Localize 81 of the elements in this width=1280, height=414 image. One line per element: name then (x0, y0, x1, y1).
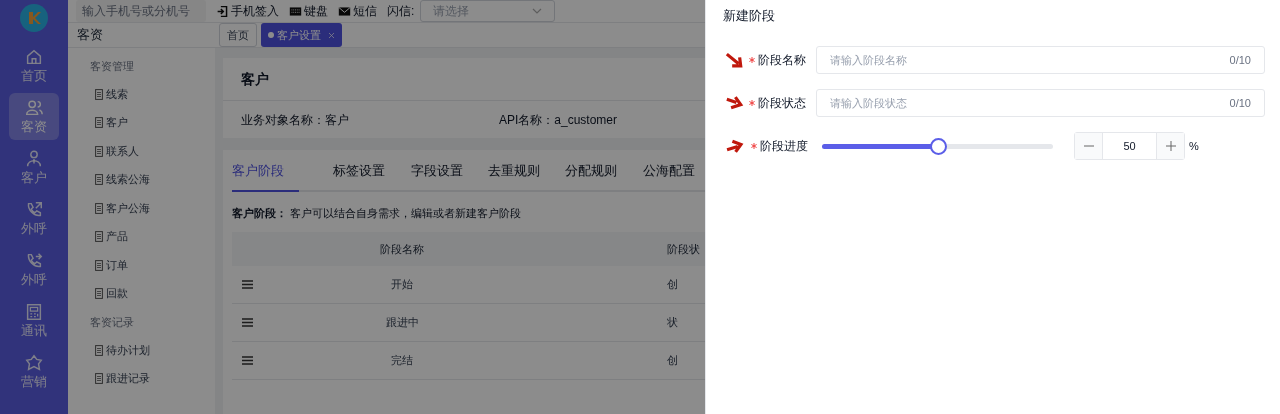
nav-item[interactable]: 通讯 (9, 297, 59, 344)
field-label: 阶段状态 (758, 95, 807, 112)
settings-tab[interactable]: 公海配置 (642, 162, 705, 192)
table-cell-text: 状 (667, 315, 678, 330)
number-value: 50 (1122, 138, 1137, 154)
sub-menu-item[interactable]: 客户公海 (68, 198, 150, 218)
document-icon (95, 288, 103, 299)
settings-tab[interactable]: 标签设置 (333, 162, 401, 192)
top-action-button[interactable]: 键盘 (289, 2, 328, 20)
text-field[interactable]: 请输入阶段状态 0/10 (816, 89, 1265, 117)
star-icon (24, 352, 44, 373)
document-icon (95, 88, 103, 100)
drag-handle-icon[interactable] (242, 355, 253, 365)
character-counter: 0/10 (1229, 52, 1251, 68)
nav-item[interactable]: 营销 (9, 348, 59, 395)
document-icon (95, 145, 103, 157)
object-name-text: 业务对象名称：客户 (241, 111, 350, 129)
nav-item[interactable]: 外呼 (9, 246, 59, 293)
table-cell-text: 创 (667, 353, 678, 368)
users-icon (24, 97, 44, 118)
column-header: 阶段名称 (379, 241, 425, 257)
description-text: 客户阶段： 客户可以结合自身需求，编辑或者新建客户阶段 (232, 206, 522, 221)
nav-item[interactable]: 外呼 (9, 195, 59, 242)
slider-thumb[interactable] (929, 137, 947, 155)
document-icon (95, 259, 103, 271)
card-title: 客户 (241, 69, 269, 89)
close-icon[interactable] (328, 31, 335, 39)
sign-in-icon (216, 4, 229, 18)
sub-menu-item[interactable]: 跟进记录 (68, 368, 150, 389)
field-label: 阶段名称 (758, 52, 807, 69)
nav-item[interactable]: 首页 (9, 42, 59, 89)
table-cell-text: 创 (667, 277, 678, 292)
flash-label: 闪信: (387, 3, 415, 20)
table-cell-text: 完结 (390, 353, 414, 368)
sub-menu-title: 客资 (77, 26, 103, 45)
search-field[interactable]: 输入手机号或分机号 (76, 0, 206, 22)
top-action-button[interactable]: 短信 (338, 2, 377, 20)
sub-menu-item[interactable]: 联系人 (68, 141, 139, 161)
document-icon (95, 174, 103, 185)
page-tab[interactable]: 首页 (219, 23, 257, 47)
table-cell-text: 开始 (390, 277, 414, 292)
document-icon (95, 344, 103, 356)
drag-handle-icon[interactable] (242, 317, 253, 327)
settings-tab[interactable]: 字段设置 (410, 162, 478, 192)
document-icon (95, 231, 103, 242)
column-header: 阶段状 (667, 241, 700, 257)
sub-menu-item[interactable]: 产品 (68, 226, 128, 247)
api-name-text: API名称：a_customer (499, 111, 618, 129)
chevron-down-icon (532, 6, 543, 16)
keyboard-icon (289, 4, 302, 18)
drag-handle-icon[interactable] (242, 279, 253, 289)
table-cell-text: 跟进中 (384, 315, 420, 330)
sub-menu-item[interactable]: 订单 (68, 255, 128, 275)
settings-tab[interactable]: 分配规则 (565, 162, 633, 192)
settings-tab[interactable]: 客户阶段 (232, 162, 300, 192)
sub-menu-item[interactable]: 客户 (68, 112, 128, 133)
mail-icon (338, 4, 351, 18)
menu-group-title: 客资管理 (89, 59, 134, 74)
arrow-icon (723, 52, 745, 68)
logo-icon (20, 4, 48, 32)
arrow-icon (723, 95, 745, 111)
unit-label: % (1189, 138, 1199, 154)
menu-group-title: 客资记录 (89, 315, 134, 330)
sub-menu-item[interactable]: 待办计划 (68, 340, 150, 360)
top-action-button[interactable]: 手机签入 (216, 2, 279, 20)
sub-menu-item[interactable]: 线索 (68, 84, 128, 104)
sub-menu-item[interactable]: 线索公海 (68, 169, 150, 190)
sub-menu-item[interactable]: 回款 (68, 283, 128, 304)
document-icon (95, 202, 103, 214)
document-icon (95, 117, 103, 128)
nav-item[interactable]: 客户 (9, 144, 59, 191)
plus-icon (1165, 141, 1176, 151)
text-field[interactable]: 请输入阶段名称 0/10 (816, 46, 1265, 74)
settings-tab[interactable]: 去重规则 (488, 162, 556, 192)
document-icon (95, 373, 103, 384)
drawer-title: 新建阶段 (723, 7, 776, 25)
page-tab[interactable]: 客户设置 (261, 23, 342, 47)
field-label: 阶段进度 (760, 138, 808, 155)
phone-keypad-icon (24, 301, 44, 322)
person-icon (24, 148, 44, 169)
character-counter: 0/10 (1229, 95, 1251, 111)
